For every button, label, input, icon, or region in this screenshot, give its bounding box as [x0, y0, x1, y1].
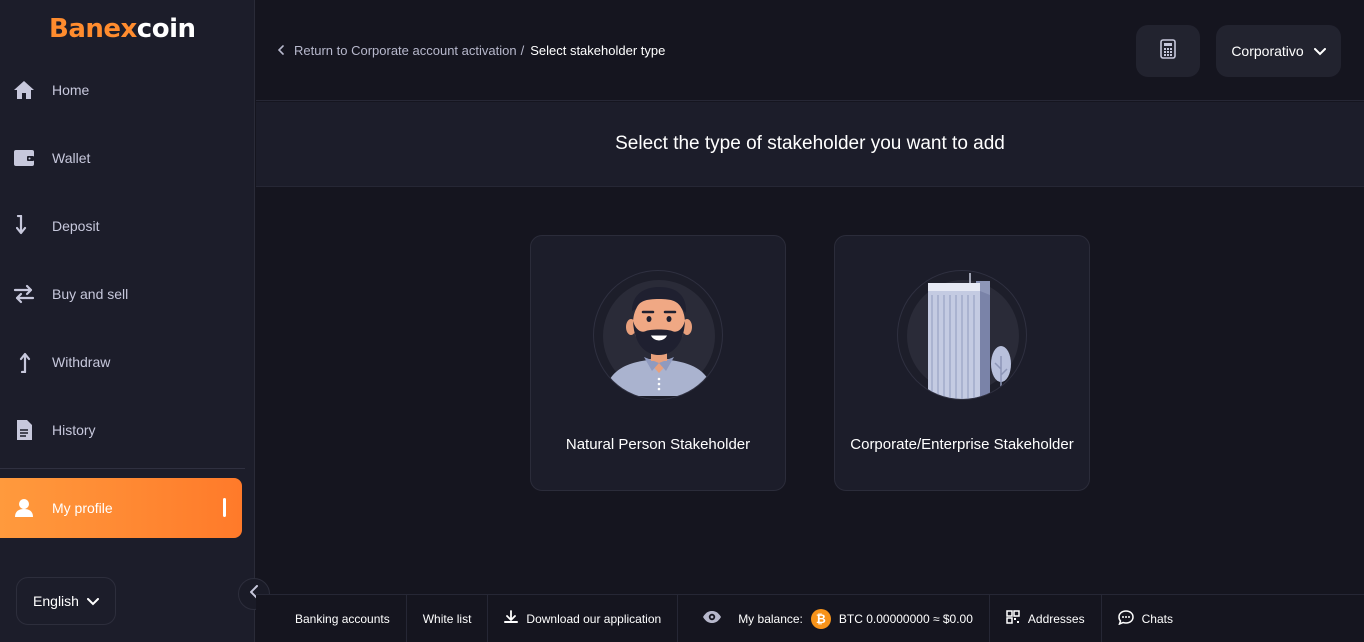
corporate-stakeholder-card[interactable]: Corporate/Enterprise Stakeholder: [834, 235, 1090, 491]
white-list-link[interactable]: White list: [407, 594, 489, 642]
sidebar-item-label: Deposit: [52, 218, 100, 234]
breadcrumb-back-label: Return to Corporate account activation: [294, 43, 517, 58]
chat-bubble-icon: [1117, 609, 1134, 628]
balance-label: My balance:: [738, 611, 803, 626]
card-label: Corporate/Enterprise Stakeholder: [850, 436, 1074, 453]
sidebar-item-buy-and-sell[interactable]: Buy and sell: [0, 274, 255, 314]
building-icon: [897, 270, 1027, 400]
chevron-down-icon: [1313, 43, 1326, 59]
active-indicator: [223, 498, 226, 517]
sidebar: Banexcoin Home Wallet Deposit Buy and se…: [0, 0, 255, 642]
chevron-down-icon: [86, 593, 99, 609]
sidebar-item-wallet[interactable]: Wallet: [0, 138, 255, 178]
sidebar-item-label: My profile: [52, 500, 113, 516]
banking-accounts-link[interactable]: Banking accounts: [256, 594, 407, 642]
sidebar-item-my-profile[interactable]: My profile: [0, 478, 242, 538]
natural-person-stakeholder-card[interactable]: Natural Person Stakeholder: [530, 235, 786, 491]
swap-icon: [12, 282, 36, 306]
arrow-up-icon: [12, 350, 36, 374]
balance-value: BTC 0.00000000 ≈ $0.00: [838, 611, 973, 626]
page-title-text: Select the type of stakeholder you want …: [615, 133, 1005, 154]
sidebar-item-label: Wallet: [52, 150, 91, 166]
sidebar-item-history[interactable]: History: [0, 410, 255, 450]
sidebar-item-home[interactable]: Home: [0, 70, 255, 110]
home-icon: [12, 78, 36, 102]
sidebar-item-label: Withdraw: [52, 354, 111, 370]
arrow-down-icon: [12, 214, 36, 238]
banking-accounts-label: Banking accounts: [295, 611, 390, 626]
download-icon: [504, 610, 519, 627]
white-list-label: White list: [422, 611, 472, 626]
breadcrumb: Return to Corporate account activation /…: [277, 43, 666, 58]
card-label: Natural Person Stakeholder: [565, 436, 751, 453]
bitcoin-icon: ₿: [810, 608, 831, 629]
chats-link[interactable]: Chats: [1102, 595, 1189, 642]
account-type-dropdown[interactable]: Corporativo: [1216, 25, 1341, 77]
wallet-icon: [12, 146, 36, 170]
sidebar-divider: [0, 468, 245, 469]
breadcrumb-current: Select stakeholder type: [530, 43, 666, 58]
sidebar-item-deposit[interactable]: Deposit: [0, 206, 255, 246]
download-app-label: Download our application: [526, 611, 662, 626]
chats-label: Chats: [1141, 611, 1173, 626]
language-selector[interactable]: English: [16, 577, 116, 625]
calculator-icon: [1160, 38, 1176, 64]
balance-section: My balance: ₿ BTC 0.00000000 ≈ $0.00: [678, 594, 990, 642]
user-icon: [12, 496, 36, 520]
banexcoin-logo[interactable]: Banexcoin: [49, 14, 196, 44]
breadcrumb-separator: /: [520, 43, 525, 58]
person-avatar-icon: [593, 270, 723, 400]
calculator-button[interactable]: [1136, 25, 1200, 77]
addresses-label: Addresses: [1027, 611, 1085, 626]
page-title: Select the type of stakeholder you want …: [256, 102, 1364, 187]
sidebar-item-withdraw[interactable]: Withdraw: [0, 342, 255, 382]
language-label: English: [33, 593, 79, 609]
sidebar-item-label: Buy and sell: [52, 286, 129, 302]
sidebar-item-label: History: [52, 422, 96, 438]
chevron-left-icon: [277, 43, 284, 58]
account-type-label: Corporativo: [1231, 43, 1304, 59]
top-header: Return to Corporate account activation /…: [256, 0, 1364, 101]
qr-code-icon: [1006, 610, 1020, 627]
bottom-bar: Banking accounts White list Download our…: [256, 594, 1364, 642]
document-icon: [12, 418, 36, 442]
sidebar-item-label: Home: [52, 82, 90, 98]
download-app-link[interactable]: Download our application: [488, 594, 679, 642]
eye-icon[interactable]: [702, 610, 722, 627]
breadcrumb-back-link[interactable]: Return to Corporate account activation: [277, 43, 517, 58]
addresses-link[interactable]: Addresses: [990, 594, 1102, 642]
